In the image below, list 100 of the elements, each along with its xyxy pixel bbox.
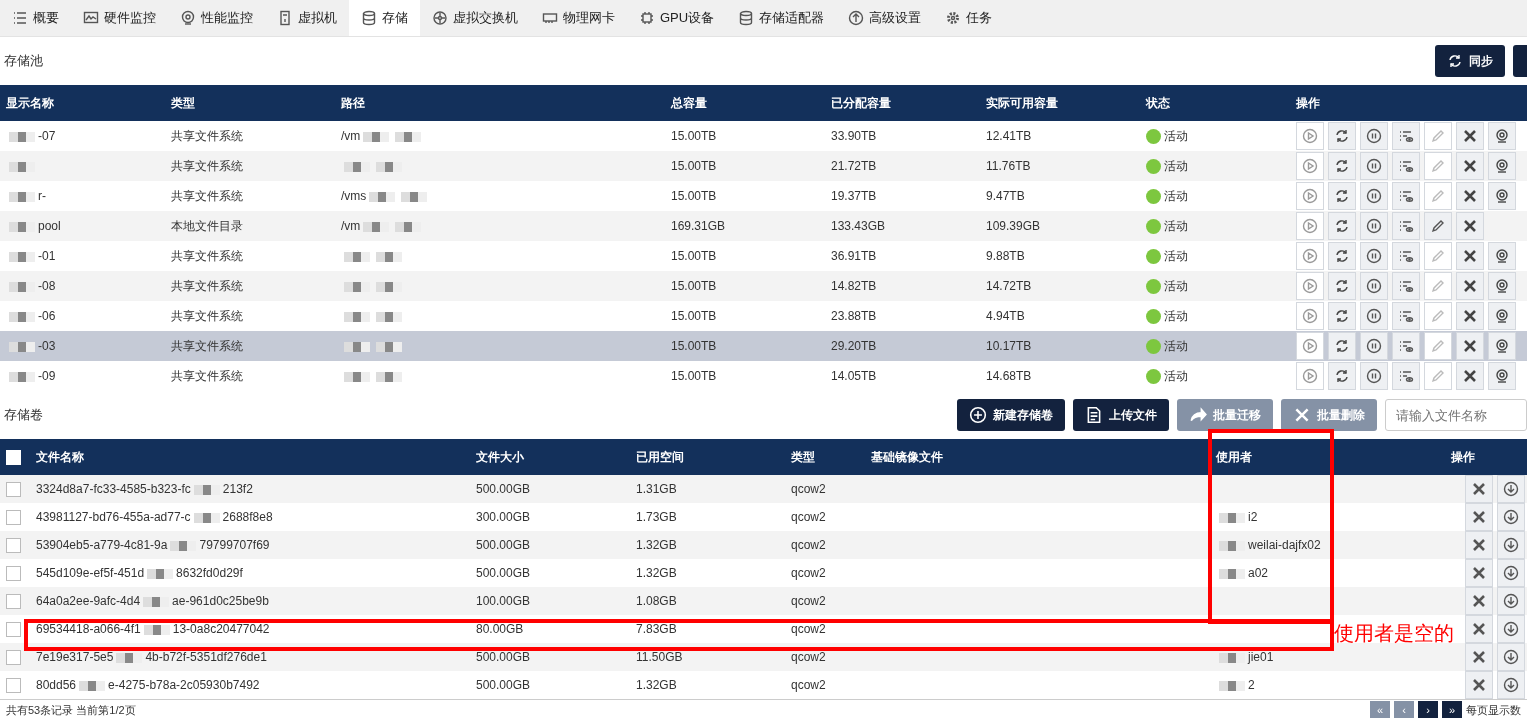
checkbox[interactable] — [6, 537, 21, 553]
toolbar-button[interactable]: 新建存储卷 — [957, 399, 1065, 431]
nav-tab[interactable]: 性能监控 — [168, 0, 265, 36]
action-button[interactable] — [1328, 362, 1356, 390]
download-button[interactable] — [1497, 643, 1525, 671]
action-button[interactable] — [1392, 242, 1420, 270]
action-button[interactable] — [1392, 332, 1420, 360]
table-cell: 12.41TB — [980, 121, 1140, 151]
action-button[interactable] — [1456, 272, 1484, 300]
action-button[interactable] — [1328, 242, 1356, 270]
action-button[interactable] — [1456, 302, 1484, 330]
nav-tab[interactable]: 存储适配器 — [726, 0, 837, 36]
action-button[interactable] — [1360, 212, 1388, 240]
action-button[interactable] — [1488, 272, 1516, 300]
delete-button[interactable] — [1465, 503, 1493, 531]
checkbox[interactable] — [6, 677, 21, 693]
action-button[interactable] — [1456, 332, 1484, 360]
action-button[interactable] — [1488, 302, 1516, 330]
play-icon — [1302, 218, 1318, 234]
action-button[interactable] — [1328, 122, 1356, 150]
action-button[interactable] — [1392, 302, 1420, 330]
action-button[interactable] — [1392, 272, 1420, 300]
table-cell: 15.00TB — [665, 241, 825, 271]
action-button[interactable] — [1456, 122, 1484, 150]
action-button[interactable] — [1488, 152, 1516, 180]
nav-tab[interactable]: 虚拟交换机 — [420, 0, 530, 36]
action-button[interactable] — [1488, 362, 1516, 390]
delete-button[interactable] — [1465, 671, 1493, 699]
download-button[interactable] — [1497, 531, 1525, 559]
action-button[interactable] — [1424, 212, 1452, 240]
action-button[interactable] — [1392, 182, 1420, 210]
delete-button[interactable] — [1465, 643, 1493, 671]
action-button[interactable] — [1456, 362, 1484, 390]
action-button[interactable] — [1360, 242, 1388, 270]
status-text: 活动 — [1164, 367, 1188, 385]
checkbox[interactable] — [6, 621, 21, 637]
delete-button[interactable] — [1465, 531, 1493, 559]
action-button[interactable] — [1360, 332, 1388, 360]
action-button[interactable] — [1392, 212, 1420, 240]
checkbox[interactable] — [6, 649, 21, 665]
action-button[interactable] — [1488, 242, 1516, 270]
table-cell: 15.00TB — [665, 271, 825, 301]
action-button[interactable] — [1488, 122, 1516, 150]
action-button[interactable] — [1360, 182, 1388, 210]
action-button[interactable] — [1328, 152, 1356, 180]
nav-tab[interactable]: 存储 — [349, 0, 420, 36]
action-button[interactable] — [1456, 212, 1484, 240]
table-cell: -06 — [0, 301, 165, 331]
search-field[interactable]: 请输入文件名称 — [1385, 399, 1527, 431]
action-button[interactable] — [1360, 152, 1388, 180]
table-cell: 3324d8a7-fc33-4585-b323-fc 213f2 — [30, 475, 470, 503]
pager-button[interactable]: › — [1418, 701, 1438, 718]
download-button[interactable] — [1497, 587, 1525, 615]
action-button[interactable] — [1360, 272, 1388, 300]
action-button[interactable] — [1328, 332, 1356, 360]
action-button[interactable] — [1328, 182, 1356, 210]
delete-button[interactable] — [1465, 615, 1493, 643]
checkbox[interactable] — [6, 481, 21, 497]
action-button[interactable] — [1456, 242, 1484, 270]
checkbox[interactable] — [6, 565, 21, 581]
checkbox[interactable] — [6, 593, 21, 609]
action-button[interactable] — [1488, 332, 1516, 360]
action-button[interactable] — [1456, 152, 1484, 180]
nav-tab[interactable]: 任务 — [933, 0, 1005, 36]
refresh-icon — [1334, 278, 1350, 294]
play-icon — [1302, 308, 1318, 324]
action-button[interactable] — [1328, 272, 1356, 300]
download-button[interactable] — [1497, 559, 1525, 587]
nav-tab[interactable]: 物理网卡 — [530, 0, 627, 36]
delete-button[interactable] — [1465, 587, 1493, 615]
action-button[interactable] — [1488, 182, 1516, 210]
action-button[interactable] — [1328, 212, 1356, 240]
nav-tab[interactable]: 高级设置 — [836, 0, 934, 36]
nav-tab[interactable]: 硬件监控 — [71, 0, 168, 36]
network-icon — [432, 10, 448, 26]
action-button[interactable] — [1360, 362, 1388, 390]
action-button[interactable] — [1392, 152, 1420, 180]
nav-tab[interactable]: 虚拟机 — [265, 0, 349, 36]
webcam-icon — [1494, 278, 1510, 294]
delete-button[interactable] — [1465, 559, 1493, 587]
action-button[interactable] — [1392, 122, 1420, 150]
nav-tab[interactable]: GPU设备 — [627, 0, 727, 36]
sync-button[interactable]: 同步 — [1435, 45, 1505, 77]
checkbox[interactable] — [6, 509, 21, 525]
action-button[interactable] — [1328, 302, 1356, 330]
list-eye-icon — [1398, 188, 1414, 204]
action-button[interactable] — [1360, 302, 1388, 330]
action-button[interactable] — [1392, 362, 1420, 390]
toolbar-button[interactable]: 上传文件 — [1073, 399, 1169, 431]
download-button[interactable] — [1497, 475, 1525, 503]
nav-tab[interactable]: 概要 — [0, 0, 71, 36]
action-button[interactable] — [1456, 182, 1484, 210]
download-button[interactable] — [1497, 671, 1525, 699]
download-button[interactable] — [1497, 615, 1525, 643]
table-cell: 500.00GB — [470, 559, 630, 587]
pager-button[interactable]: » — [1442, 701, 1462, 718]
play-icon — [1302, 248, 1318, 264]
action-button[interactable] — [1360, 122, 1388, 150]
delete-button[interactable] — [1465, 475, 1493, 503]
download-button[interactable] — [1497, 503, 1525, 531]
